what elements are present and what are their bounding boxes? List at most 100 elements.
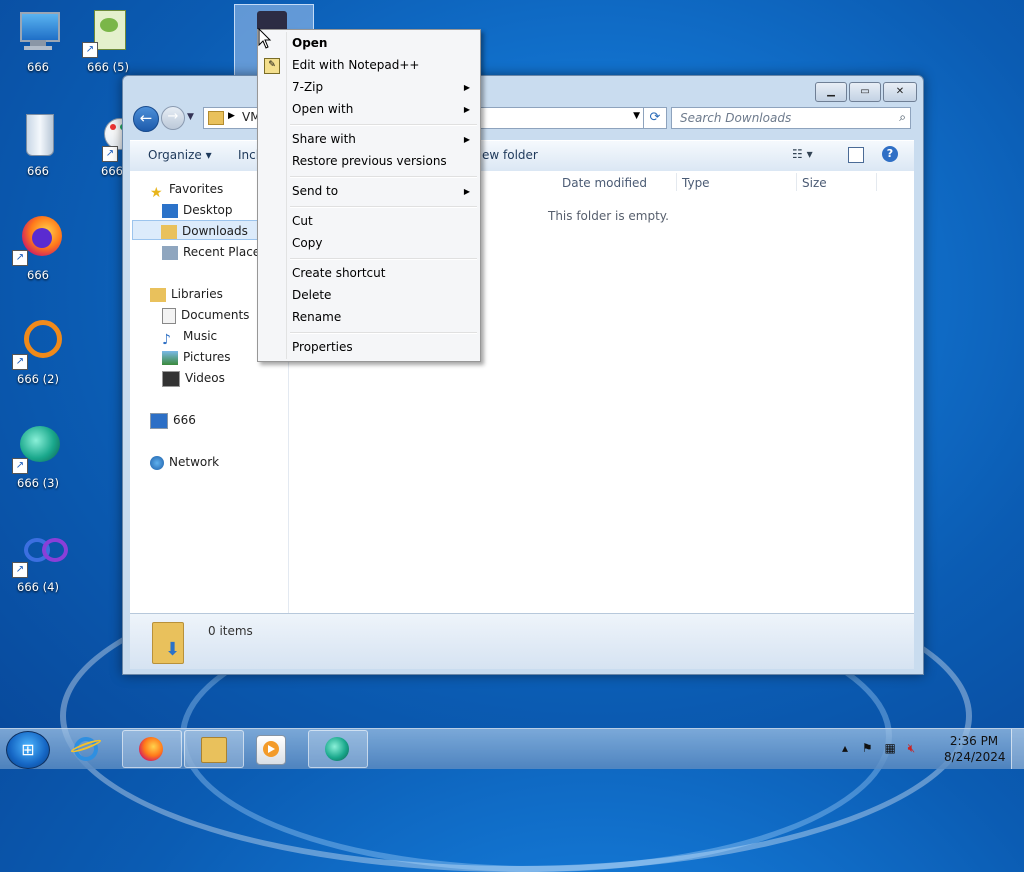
desktop-icon-label: 666 (3) xyxy=(17,476,59,490)
menu-item-open-with[interactable]: Open with xyxy=(292,99,353,119)
nav-label: Desktop xyxy=(183,203,233,217)
column-size[interactable]: Size xyxy=(802,176,827,190)
menu-separator xyxy=(290,206,477,208)
desktop-icon-label: 666 (5) xyxy=(87,60,129,74)
column-separator[interactable] xyxy=(796,173,797,191)
menu-item-copy[interactable]: Copy xyxy=(292,233,322,253)
recent-pages-dropdown[interactable]: ▼ xyxy=(187,112,194,122)
nav-computer[interactable]: 666 xyxy=(150,410,196,430)
back-button[interactable]: ← xyxy=(133,106,159,132)
desktop-icon-app4[interactable]: ↗ 666 (4) xyxy=(3,528,73,594)
file-explorer-icon xyxy=(201,737,227,763)
star-icon: ★ xyxy=(150,184,163,201)
nav-desktop[interactable]: Desktop xyxy=(162,200,233,220)
desktop-icon-label: 666 (2) xyxy=(17,372,59,386)
preview-pane-icon[interactable] xyxy=(848,147,864,163)
column-headers: Date modified Type Size xyxy=(410,171,910,193)
action-center-flag-icon[interactable]: ⚑ xyxy=(862,741,873,755)
menu-item-create-shortcut[interactable]: Create shortcut xyxy=(292,263,385,283)
nav-videos[interactable]: Videos xyxy=(162,368,225,388)
menu-item-open[interactable]: Open xyxy=(292,33,327,53)
column-date-modified[interactable]: Date modified xyxy=(562,176,647,190)
clock-time: 2:36 PM xyxy=(949,734,999,748)
internet-explorer-icon[interactable] xyxy=(69,733,104,765)
teal-app-icon xyxy=(325,737,349,761)
show-hidden-icons-icon[interactable]: ▴ xyxy=(842,741,848,755)
nav-favorites[interactable]: ★ Favorites xyxy=(150,179,224,201)
search-icon[interactable]: ⌕ xyxy=(899,110,906,125)
menu-item-properties[interactable]: Properties xyxy=(292,337,353,357)
menu-separator xyxy=(290,124,477,126)
menu-item-delete[interactable]: Delete xyxy=(292,285,331,305)
forward-button[interactable]: → xyxy=(161,106,185,130)
downloads-folder-icon xyxy=(161,224,177,239)
menu-item-restore-previous-versions[interactable]: Restore previous versions xyxy=(292,151,447,171)
music-icon: ♪ xyxy=(162,331,171,348)
search-input[interactable]: Search Downloads ⌕ xyxy=(671,107,911,129)
menu-item-rename[interactable]: Rename xyxy=(292,307,341,327)
desktop-icon-label: 666 xyxy=(27,164,49,178)
taskbar-file-explorer[interactable] xyxy=(184,730,244,768)
shortcut-arrow-icon: ↗ xyxy=(12,562,28,578)
notepad-plus-plus-icon: ↗ xyxy=(82,8,132,58)
minimize-button[interactable]: ▁ xyxy=(815,82,847,102)
nav-documents[interactable]: Documents xyxy=(162,305,249,325)
taskbar-firefox[interactable] xyxy=(122,730,182,768)
nav-label: Favorites xyxy=(169,182,224,196)
change-view-icon[interactable]: ☷ ▾ xyxy=(792,147,813,161)
nav-label: Pictures xyxy=(183,350,231,364)
taskbar-teal-app[interactable] xyxy=(308,730,368,768)
search-placeholder: Search Downloads xyxy=(680,111,792,125)
infinity-icon: ↗ xyxy=(12,528,68,578)
window-controls: ▁ ▭ ✕ xyxy=(815,82,917,102)
desktop-icon-notepad[interactable]: ↗ 666 (5) xyxy=(73,8,143,74)
column-separator[interactable] xyxy=(876,173,877,191)
close-button[interactable]: ✕ xyxy=(883,82,917,102)
help-icon[interactable]: ? xyxy=(882,146,898,162)
clock[interactable]: 2:36 PM 8/24/2024 xyxy=(944,733,1006,765)
refresh-button[interactable]: ⟳ xyxy=(643,107,667,129)
submenu-arrow-icon: ▶ xyxy=(463,135,470,144)
menu-item-cut[interactable]: Cut xyxy=(292,211,313,231)
column-separator[interactable] xyxy=(676,173,677,191)
show-desktop-button[interactable] xyxy=(1011,729,1024,769)
shortcut-arrow-icon: ↗ xyxy=(12,354,28,370)
desktop-icon-app3[interactable]: ↗ 666 (3) xyxy=(3,424,73,490)
desktop-icon-label: 666 (4) xyxy=(17,580,59,594)
nav-libraries[interactable]: Libraries xyxy=(150,284,223,304)
start-button[interactable]: ⊞ xyxy=(6,731,50,769)
empty-folder-message: This folder is empty. xyxy=(548,209,669,223)
include-in-library-button[interactable]: Incl xyxy=(238,148,259,162)
menu-separator xyxy=(290,176,477,178)
menu-item-edit-notepad[interactable]: Edit with Notepad++ xyxy=(292,55,419,75)
mouse-cursor-icon xyxy=(258,28,272,49)
firefox-icon: ↗ xyxy=(12,216,62,266)
new-folder-button[interactable]: ew folder xyxy=(482,148,538,162)
nav-pictures[interactable]: Pictures xyxy=(162,347,231,367)
desktop-icon-recycle-bin[interactable]: 666 xyxy=(3,112,73,178)
nav-network[interactable]: Network xyxy=(150,452,219,472)
menu-item-send-to[interactable]: Send to xyxy=(292,181,338,201)
taskbar: ⊞ ▴ ⚑ ▦ 🔇︎ 2:36 PM 8/24/2024 xyxy=(0,728,1024,769)
context-menu: Open ✎ Edit with Notepad++ 7-Zip ▶ Open … xyxy=(257,29,481,362)
menu-item-7zip[interactable]: 7-Zip xyxy=(292,77,323,97)
desktop-icon-app2[interactable]: ↗ 666 (2) xyxy=(3,320,73,386)
nav-recent-places[interactable]: Recent Places xyxy=(162,242,266,262)
clock-date: 8/24/2024 xyxy=(944,750,1006,764)
maximize-button[interactable]: ▭ xyxy=(849,82,881,102)
pictures-icon xyxy=(162,350,178,365)
volume-muted-icon[interactable]: 🔇︎ xyxy=(908,741,916,755)
nav-label: Documents xyxy=(181,308,250,322)
computer-icon xyxy=(150,412,168,429)
desktop-icon-label: 666 xyxy=(27,60,49,74)
nav-label: Libraries xyxy=(171,287,223,301)
column-type[interactable]: Type xyxy=(682,176,710,190)
nav-music[interactable]: ♪ Music xyxy=(162,326,217,348)
chevron-down-icon[interactable]: ▼ xyxy=(633,111,640,121)
network-status-icon[interactable]: ▦ xyxy=(884,741,895,755)
organize-button[interactable]: Organize ▾ xyxy=(148,148,212,162)
media-player-icon[interactable] xyxy=(256,735,286,765)
menu-item-share-with[interactable]: Share with xyxy=(292,129,356,149)
desktop-icon-firefox[interactable]: ↗ 666 xyxy=(3,216,73,282)
desktop-icon-computer[interactable]: 666 xyxy=(3,8,73,74)
